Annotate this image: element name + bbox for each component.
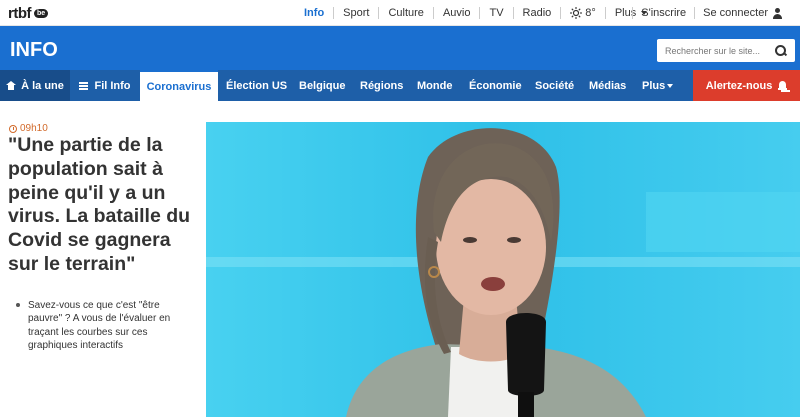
topnav-sport[interactable]: Sport [333, 7, 378, 19]
clock-icon [9, 124, 17, 133]
speaker-photo [206, 122, 800, 417]
article-image[interactable] [206, 122, 800, 417]
signup-link[interactable]: S'inscrire [632, 7, 694, 19]
nav-fil-label: Fil Info [94, 79, 131, 92]
section-title[interactable]: INFO [10, 39, 58, 62]
topnav-tv[interactable]: TV [479, 7, 512, 19]
related-link[interactable]: Savez-vous ce que c'est "être pauvre" ? … [16, 299, 186, 352]
nav-coronavirus[interactable]: Coronavirus [140, 70, 218, 101]
nav-home-label: À la une [21, 79, 64, 92]
nav-election-us[interactable]: Élection US [226, 70, 287, 101]
search-input[interactable] [657, 40, 769, 61]
topnav-info[interactable]: Info [295, 7, 333, 19]
search-icon[interactable] [775, 44, 787, 57]
user-icon [772, 7, 782, 19]
bell-icon [778, 80, 788, 91]
nav-regions[interactable]: Régions [360, 70, 403, 101]
search-box [657, 39, 795, 62]
bullet-icon [16, 303, 20, 307]
related-link-text: Savez-vous ce que c'est "être pauvre" ? … [28, 300, 171, 351]
login-label: Se connecter [703, 7, 768, 19]
alert-label: Alertez-nous [705, 79, 773, 92]
nav-societe[interactable]: Société [535, 70, 574, 101]
nav-home[interactable]: À la une [0, 70, 70, 101]
topnav-weather[interactable]: 8° [560, 7, 605, 19]
article-time: 09h10 [9, 123, 48, 134]
time-label: 09h10 [20, 123, 48, 134]
alert-button[interactable]: Alertez-nous [693, 70, 800, 101]
nav-fil-info[interactable]: Fil Info [70, 70, 140, 101]
article-headline[interactable]: "Une partie de la population sait à pein… [8, 134, 203, 277]
nav-medias[interactable]: Médias [589, 70, 626, 101]
topnav-culture[interactable]: Culture [378, 7, 432, 19]
sun-icon [570, 7, 583, 19]
nav-plus[interactable]: Plus [642, 70, 674, 101]
topnav-radio[interactable]: Radio [512, 7, 561, 19]
related-links: Savez-vous ce que c'est "être pauvre" ? … [16, 299, 186, 352]
top-bar: rtbf be Info Sport Culture Auvio TV Radi… [0, 0, 800, 26]
nav-economie[interactable]: Économie [469, 70, 522, 101]
top-nav: Info Sport Culture Auvio TV Radio 8° Plu… [295, 0, 656, 26]
rtbf-logo[interactable]: rtbf be [8, 5, 49, 22]
home-icon [6, 81, 17, 90]
account-links: S'inscrire Se connecter [632, 0, 790, 26]
chevron-down-icon [667, 83, 674, 88]
weather-temp: 8° [585, 7, 596, 19]
list-icon [79, 81, 89, 90]
login-link[interactable]: Se connecter [694, 7, 790, 19]
main-nav: À la une Fil Info Coronavirus Élection U… [0, 70, 800, 101]
nav-plus-label: Plus [642, 79, 666, 92]
nav-belgique[interactable]: Belgique [299, 70, 345, 101]
logo-text: rtbf [8, 5, 32, 22]
logo-badge: be [34, 9, 49, 18]
topnav-auvio[interactable]: Auvio [432, 7, 480, 19]
nav-monde[interactable]: Monde [417, 70, 452, 101]
